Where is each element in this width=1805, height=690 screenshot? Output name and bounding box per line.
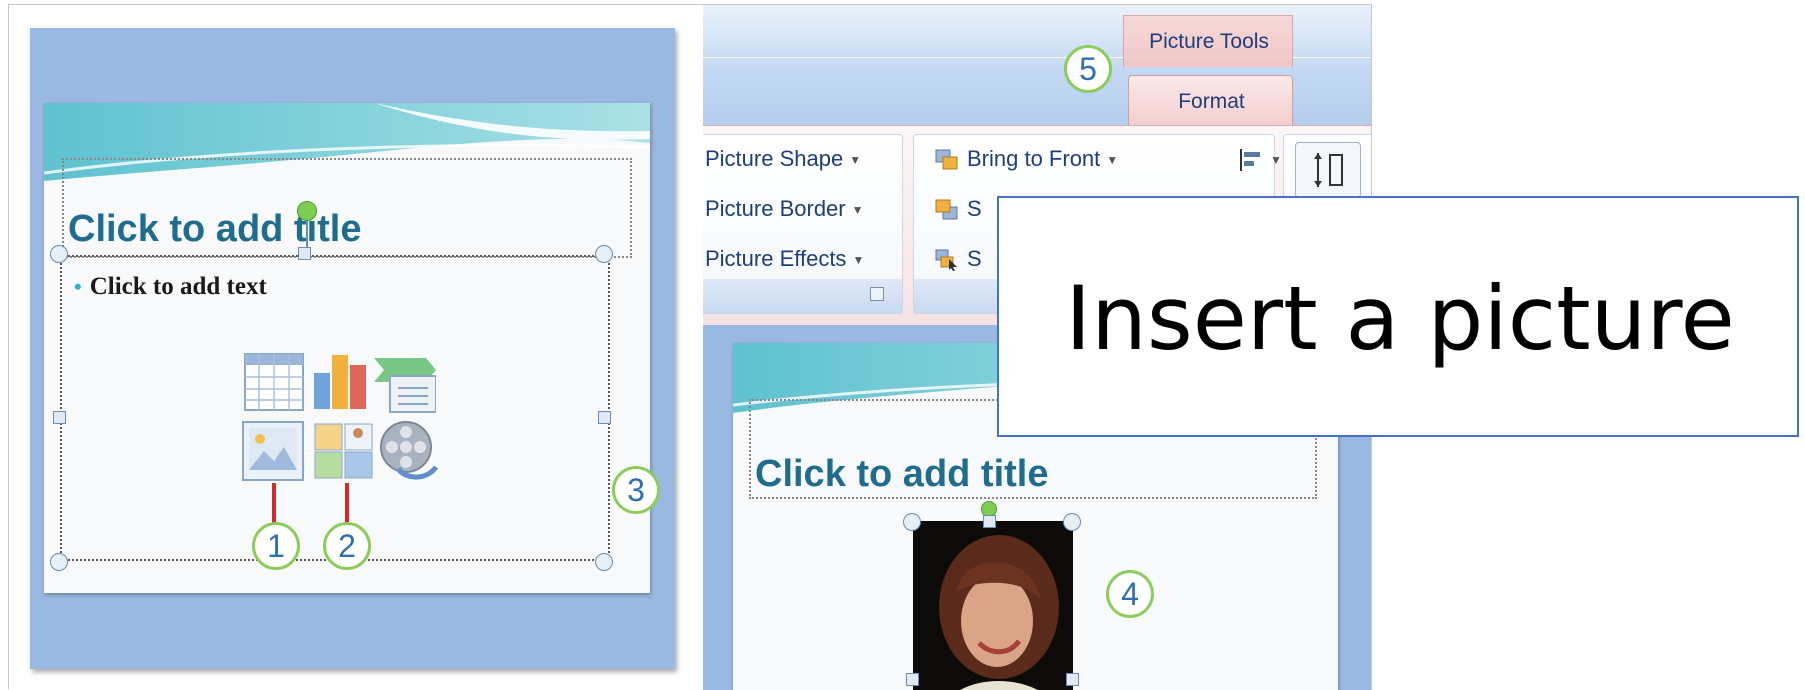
callout-4: 4: [1106, 570, 1154, 618]
picture-handle-right[interactable]: [1066, 673, 1079, 686]
picture-effects-button[interactable]: Picture Effects ▼: [705, 246, 864, 272]
resize-handle-bottom-right[interactable]: [595, 553, 613, 571]
picture-handle-top-right[interactable]: [1063, 513, 1081, 531]
insert-picture-icon[interactable]: [242, 421, 304, 481]
dropdown-arrow-icon: ▼: [849, 153, 862, 168]
tab-format-label: Format: [1178, 90, 1245, 113]
dropdown-arrow-icon: ▼: [851, 203, 864, 218]
title-placeholder-text[interactable]: Click to add title: [755, 453, 1048, 496]
left-slide[interactable]: Click to add title • Click to add text: [44, 103, 650, 593]
insert-chart-icon[interactable]: [312, 349, 372, 411]
tab-format[interactable]: Format: [1128, 75, 1293, 127]
resize-handle-top[interactable]: [298, 247, 311, 260]
picture-shape-button[interactable]: Picture Shape ▼: [705, 146, 861, 172]
align-button[interactable]: ▼: [1238, 146, 1282, 172]
picture-handle-top-left[interactable]: [903, 513, 921, 531]
send-to-back-button[interactable]: S: [935, 196, 982, 222]
selection-pane-button[interactable]: S: [935, 246, 982, 272]
picture-effects-label: Picture Effects: [705, 246, 847, 271]
callout-2: 2: [323, 522, 371, 570]
resize-handle-right[interactable]: [598, 411, 611, 424]
picture-shape-label: Picture Shape: [705, 146, 844, 171]
align-icon: [1240, 149, 1260, 172]
callout-5: 5: [1064, 45, 1112, 93]
title-placeholder-text[interactable]: Click to add title: [68, 208, 361, 251]
dropdown-arrow-icon: ▼: [852, 253, 865, 268]
picture-border-label: Picture Border: [705, 196, 846, 221]
picture-border-button[interactable]: Picture Border ▼: [705, 196, 864, 222]
inserted-picture[interactable]: [913, 521, 1073, 690]
selection-pane-icon: [935, 249, 957, 272]
selection-pane-label: S: [967, 246, 982, 271]
bring-to-front-icon: [935, 149, 958, 170]
resize-handle-top-right[interactable]: [595, 245, 613, 263]
dropdown-arrow-icon: ▼: [1106, 153, 1119, 168]
bullet-icon: •: [74, 274, 82, 299]
picture-handle-left[interactable]: [906, 673, 919, 686]
resize-handle-top-left[interactable]: [50, 245, 68, 263]
bring-to-front-button[interactable]: Bring to Front ▼: [935, 146, 1118, 172]
resize-handle-bottom-left[interactable]: [50, 553, 68, 571]
content-placeholder-text[interactable]: • Click to add text: [74, 273, 267, 301]
callout-leader-2: [345, 483, 349, 523]
picture-tools-contextual-tab: Picture Tools: [1123, 15, 1293, 67]
heading-box: Insert a picture: [997, 196, 1799, 437]
heading-text: Insert a picture: [1065, 267, 1735, 370]
insert-smartart-icon[interactable]: [374, 358, 436, 414]
picture-handle-top[interactable]: [983, 515, 996, 528]
callout-1: 1: [252, 522, 300, 570]
height-icon: [1314, 153, 1343, 187]
dropdown-arrow-icon: ▼: [1270, 153, 1282, 168]
insert-media-icon[interactable]: [378, 419, 440, 481]
bring-to-front-label: Bring to Front: [967, 146, 1101, 171]
callout-3: 3: [612, 466, 660, 514]
crop-height-button[interactable]: [1295, 142, 1361, 198]
body-placeholder-label: Click to add text: [89, 273, 267, 300]
dialog-launcher-icon[interactable]: [870, 287, 884, 301]
picture-tools-label: Picture Tools: [1149, 30, 1269, 53]
send-to-back-icon: [935, 199, 958, 220]
callout-leader-1: [272, 483, 276, 523]
rotation-handle[interactable]: [297, 201, 317, 221]
send-to-back-label: S: [967, 196, 982, 221]
insert-table-icon[interactable]: [244, 353, 304, 411]
insert-clipart-icon[interactable]: [314, 423, 374, 479]
resize-handle-left[interactable]: [53, 411, 66, 424]
